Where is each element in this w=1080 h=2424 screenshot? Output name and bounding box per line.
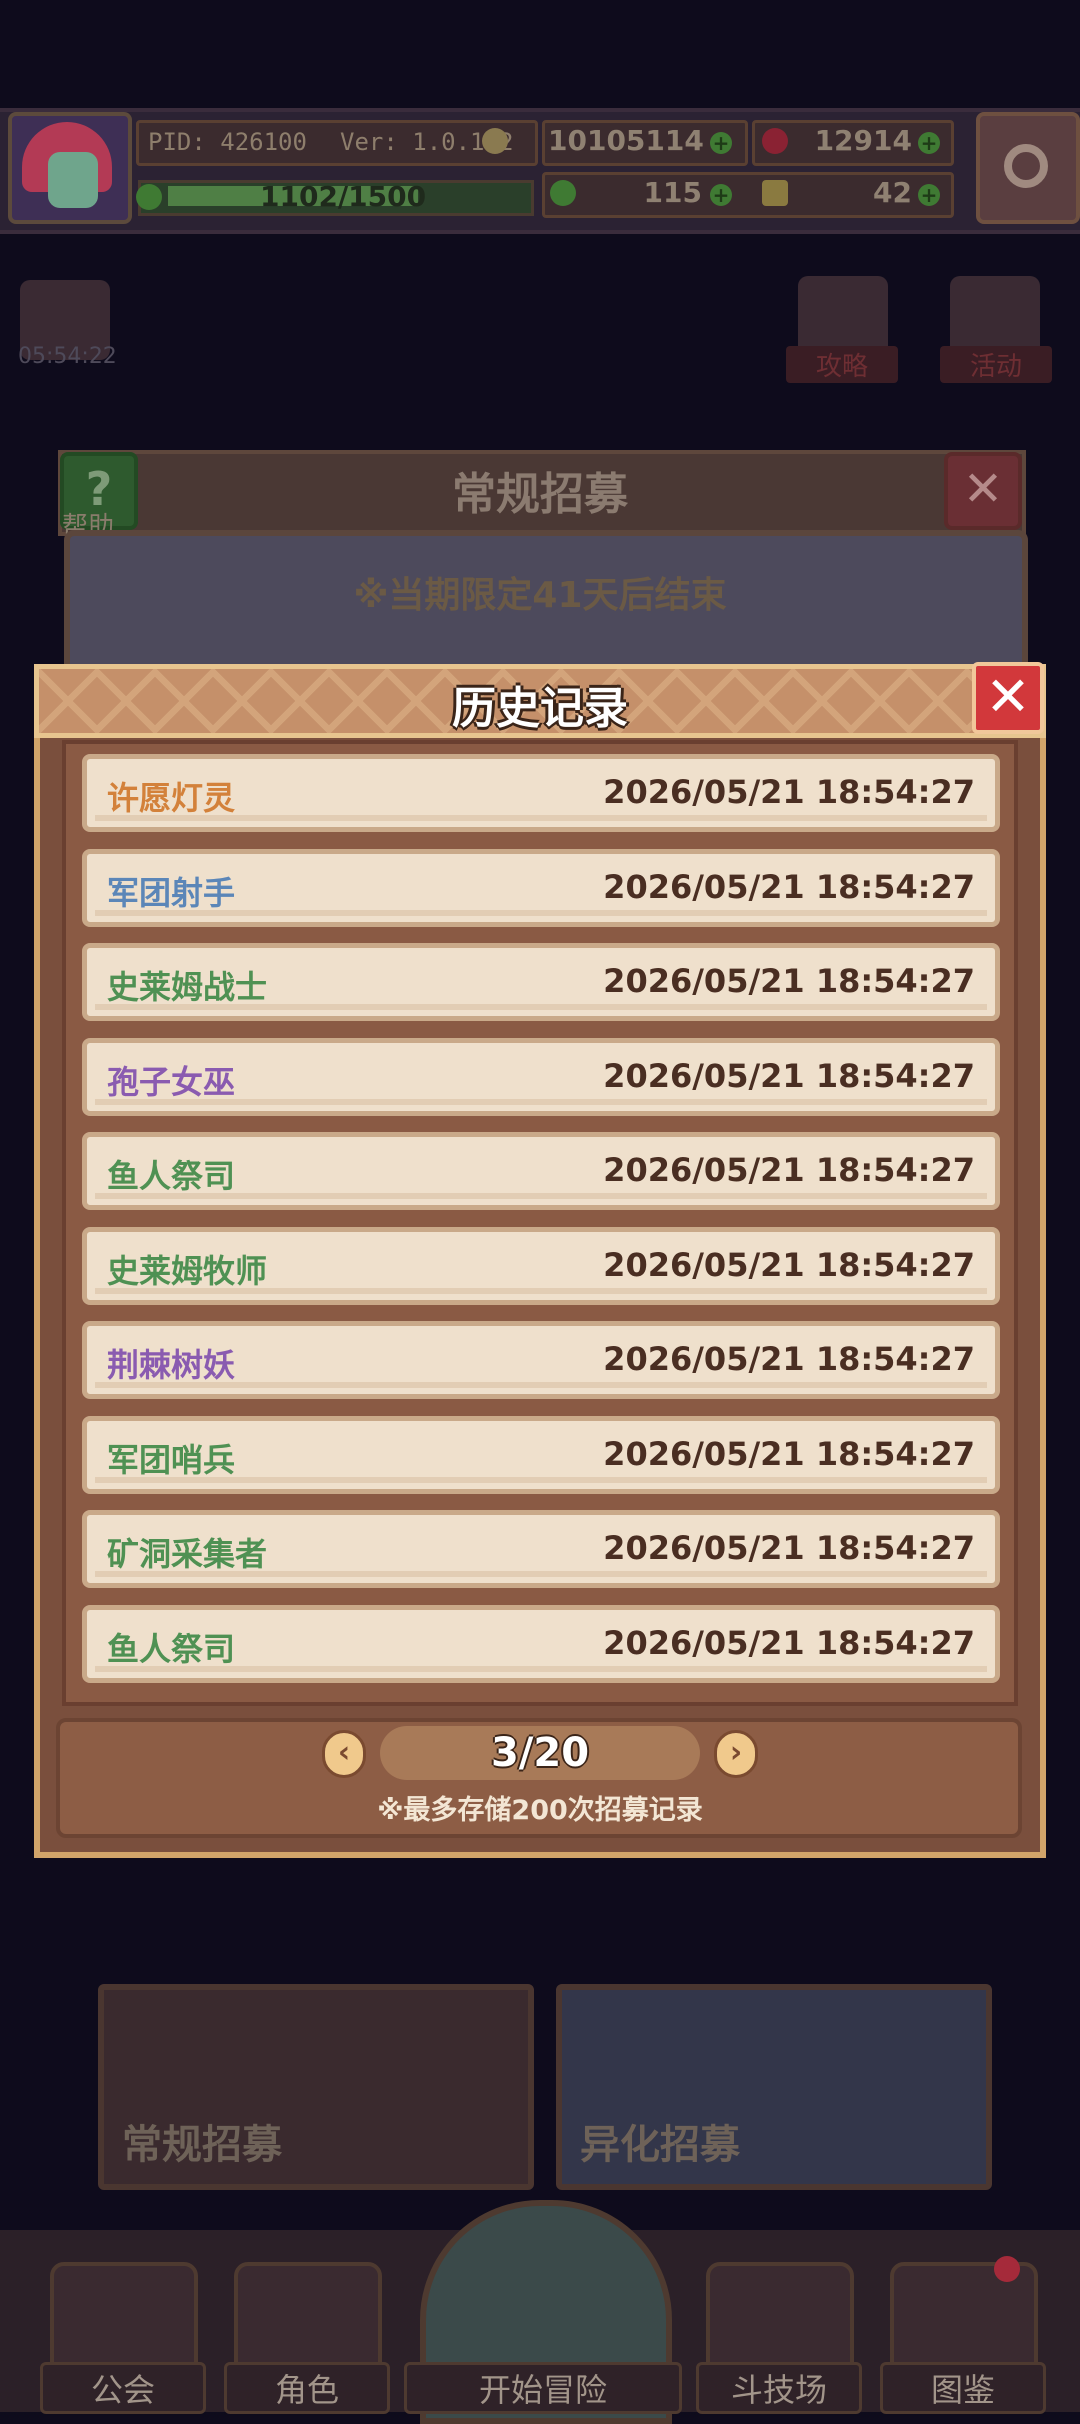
close-icon: ✕ bbox=[985, 665, 1031, 728]
add-clover-icon[interactable]: + bbox=[710, 184, 732, 206]
record-name: 军团射手 bbox=[107, 874, 236, 912]
balloon-icon[interactable] bbox=[950, 276, 1040, 356]
history-title: 历史记录 bbox=[452, 683, 628, 734]
ticket-icon bbox=[762, 180, 788, 206]
history-row: 矿洞采集者 2026/05/21 18:54:27 bbox=[82, 1510, 1000, 1588]
gold-amount: 10105114 bbox=[548, 124, 704, 157]
clover-icon bbox=[550, 180, 576, 206]
record-time: 2026/05/21 18:54:27 bbox=[603, 1246, 975, 1284]
history-row: 荆棘树妖 2026/05/21 18:54:27 bbox=[82, 1321, 1000, 1399]
nav-codex-label: 图鉴 bbox=[880, 2362, 1046, 2414]
normal-recruit-label: 常规招募 bbox=[122, 2122, 282, 2168]
event-label: 活动 bbox=[940, 346, 1052, 383]
nav-role-label: 角色 bbox=[224, 2362, 390, 2414]
history-row: 许愿灯灵 2026/05/21 18:54:27 bbox=[82, 754, 1000, 832]
gear-icon bbox=[1004, 144, 1048, 188]
record-time: 2026/05/21 18:54:27 bbox=[603, 1624, 975, 1662]
history-row: 军团哨兵 2026/05/21 18:54:27 bbox=[82, 1416, 1000, 1494]
energy-clover-icon bbox=[136, 184, 162, 210]
add-gem-icon[interactable]: + bbox=[918, 132, 940, 154]
avatar-face bbox=[48, 152, 98, 208]
record-time: 2026/05/21 18:54:27 bbox=[603, 962, 975, 1000]
record-name: 史莱姆战士 bbox=[107, 968, 268, 1006]
record-name: 史莱姆牧师 bbox=[107, 1252, 268, 1290]
record-time: 2026/05/21 18:54:27 bbox=[603, 1057, 975, 1095]
guide-label: 攻略 bbox=[786, 346, 898, 383]
record-name: 军团哨兵 bbox=[107, 1441, 236, 1479]
clover-amount: 115 bbox=[643, 176, 702, 209]
record-time: 2026/05/21 18:54:27 bbox=[603, 1151, 975, 1189]
event-timer: 05:54:22 bbox=[18, 344, 117, 369]
mutant-recruit-label: 异化招募 bbox=[580, 2122, 740, 2168]
player-avatar[interactable] bbox=[8, 112, 132, 224]
record-time: 2026/05/21 18:54:27 bbox=[603, 868, 975, 906]
record-name: 荆棘树妖 bbox=[107, 1346, 236, 1384]
recruit-panel-title: 常规招募 bbox=[452, 469, 628, 520]
record-name: 许愿灯灵 bbox=[107, 779, 236, 817]
chevron-right-icon: › bbox=[729, 1735, 743, 1770]
history-row: 孢子女巫 2026/05/21 18:54:27 bbox=[82, 1038, 1000, 1116]
history-row: 鱼人祭司 2026/05/21 18:54:27 bbox=[82, 1605, 1000, 1683]
next-page-button[interactable]: › bbox=[714, 1730, 758, 1778]
prev-page-button[interactable]: ‹ bbox=[322, 1730, 366, 1778]
nav-arena-label: 斗技场 bbox=[696, 2362, 862, 2414]
player-id: PID: 426100 bbox=[148, 128, 307, 156]
history-row: 鱼人祭司 2026/05/21 18:54:27 bbox=[82, 1132, 1000, 1210]
guide-icon[interactable] bbox=[798, 276, 888, 356]
add-ticket-icon[interactable]: + bbox=[918, 184, 940, 206]
record-time: 2026/05/21 18:54:27 bbox=[603, 1435, 975, 1473]
record-name: 矿洞采集者 bbox=[107, 1535, 268, 1573]
add-gold-icon[interactable]: + bbox=[710, 132, 732, 154]
codex-notification-dot bbox=[994, 2256, 1020, 2282]
ticket-amount: 42 bbox=[873, 176, 912, 209]
energy-text: 1102/1500 bbox=[260, 180, 427, 213]
gold-coin-icon bbox=[482, 128, 508, 154]
history-row: 史莱姆战士 2026/05/21 18:54:27 bbox=[82, 943, 1000, 1021]
nav-guild-label: 公会 bbox=[40, 2362, 206, 2414]
record-name: 孢子女巫 bbox=[107, 1063, 236, 1101]
record-name: 鱼人祭司 bbox=[107, 1157, 236, 1195]
limited-time-notice: ※当期限定41天后结束 bbox=[353, 575, 727, 616]
page-indicator: 3/20 bbox=[490, 1730, 590, 1776]
storage-limit-note: ※最多存储200次招募记录 bbox=[377, 1795, 703, 1826]
recruit-close-button[interactable]: ✕ bbox=[944, 452, 1022, 530]
gem-icon bbox=[762, 128, 788, 154]
record-time: 2026/05/21 18:54:27 bbox=[603, 1340, 975, 1378]
start-adventure-label: 开始冒险 bbox=[404, 2362, 682, 2414]
record-time: 2026/05/21 18:54:27 bbox=[603, 773, 975, 811]
history-row: 史莱姆牧师 2026/05/21 18:54:27 bbox=[82, 1227, 1000, 1305]
record-name: 鱼人祭司 bbox=[107, 1630, 236, 1668]
record-time: 2026/05/21 18:54:27 bbox=[603, 1529, 975, 1567]
history-row: 军团射手 2026/05/21 18:54:27 bbox=[82, 849, 1000, 927]
history-close-button[interactable]: ✕ bbox=[972, 662, 1044, 734]
chevron-left-icon: ‹ bbox=[337, 1735, 351, 1770]
settings-button[interactable] bbox=[976, 112, 1080, 224]
gem-amount: 12914 bbox=[814, 124, 912, 157]
